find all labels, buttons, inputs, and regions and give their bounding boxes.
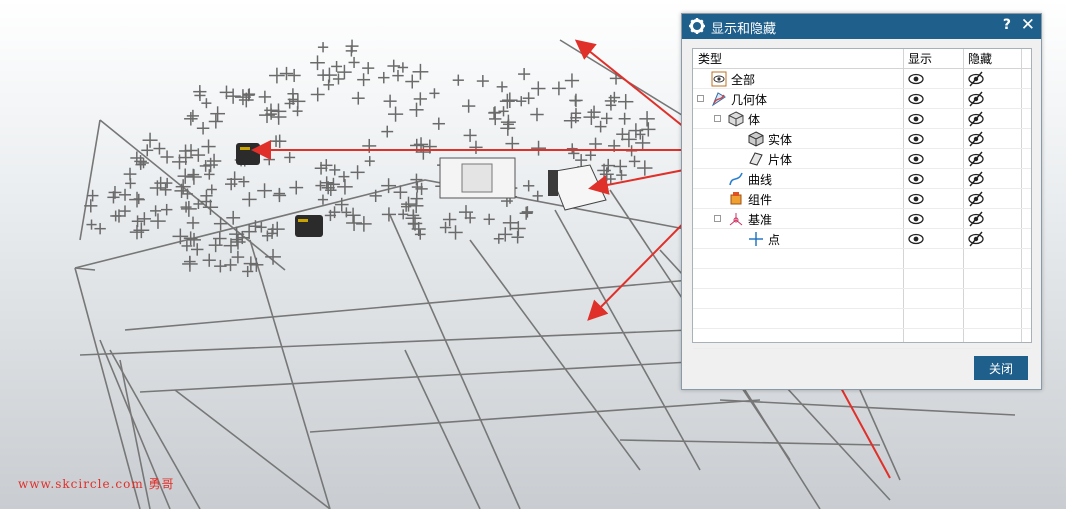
geometry-icon <box>711 91 727 107</box>
point-icon <box>748 231 764 247</box>
show-eye-icon[interactable] <box>908 92 924 106</box>
solid-body-icon <box>748 131 764 147</box>
tree-row[interactable]: 全部 <box>693 69 1031 89</box>
hide-eye-icon[interactable] <box>968 131 984 147</box>
tree-row-label: 基准 <box>748 213 773 227</box>
collapse-toggle[interactable] <box>697 95 704 102</box>
gear-icon <box>689 18 705 34</box>
tree-row[interactable]: 几何体 <box>693 89 1031 109</box>
tree-row[interactable]: 曲线 <box>693 169 1031 189</box>
tree-row[interactable]: 点 <box>693 229 1031 249</box>
tree-row-label: 全部 <box>731 73 756 87</box>
tree-row-label: 曲线 <box>748 173 773 187</box>
collapse-toggle[interactable] <box>714 115 721 122</box>
tree-row-label: 片体 <box>768 153 793 167</box>
hide-eye-icon[interactable] <box>968 111 984 127</box>
tree-row[interactable]: 实体 <box>693 129 1031 149</box>
solid-part-2 <box>295 215 323 237</box>
component-icon <box>728 191 744 207</box>
show-eye-icon[interactable] <box>908 232 924 246</box>
empty-row <box>693 269 1031 289</box>
empty-row <box>693 249 1031 269</box>
hide-eye-icon[interactable] <box>968 211 984 227</box>
show-eye-icon[interactable] <box>908 172 924 186</box>
tree-row-label: 体 <box>748 113 761 127</box>
empty-row <box>693 329 1031 349</box>
show-eye-icon[interactable] <box>908 72 924 86</box>
tree-row[interactable]: 组件 <box>693 189 1031 209</box>
tree-row-label: 几何体 <box>731 93 768 107</box>
help-button[interactable]: ? <box>1003 17 1011 33</box>
dialog-title: 显示和隐藏 <box>711 22 777 37</box>
tree-row-label: 点 <box>768 233 781 247</box>
all-icon <box>711 71 727 87</box>
curve-icon <box>728 171 744 187</box>
hide-eye-icon[interactable] <box>968 191 984 207</box>
body-icon <box>728 111 744 127</box>
dialog-titlebar[interactable]: 显示和隐藏 ? ✕ <box>682 14 1041 39</box>
hide-eye-icon[interactable] <box>968 231 984 247</box>
empty-row <box>693 309 1031 329</box>
tree-row-label: 组件 <box>748 193 773 207</box>
hide-eye-icon[interactable] <box>968 151 984 167</box>
datum-icon <box>728 211 744 227</box>
watermark-text: www.skcircle.com 勇哥 <box>18 477 175 491</box>
collapse-toggle[interactable] <box>714 215 721 222</box>
show-eye-icon[interactable] <box>908 152 924 166</box>
type-tree-table: 类型 显示 隐藏 全部 几何体体实体 片体 曲线 组件 基准点 <box>692 48 1032 349</box>
tree-row-label: 实体 <box>768 133 793 147</box>
column-header-type[interactable]: 类型 <box>693 49 903 69</box>
hide-eye-icon[interactable] <box>968 71 984 87</box>
tree-row[interactable]: 基准 <box>693 209 1031 229</box>
sheet-part-1 <box>439 157 516 199</box>
close-button[interactable]: 关闭 <box>974 356 1028 380</box>
column-header-show[interactable]: 显示 <box>903 49 963 69</box>
point-cloud <box>84 39 656 278</box>
empty-row <box>693 289 1031 309</box>
tree-row[interactable]: 片体 <box>693 149 1031 169</box>
show-eye-icon[interactable] <box>908 212 924 226</box>
hide-eye-icon[interactable] <box>968 91 984 107</box>
hide-eye-icon[interactable] <box>968 171 984 187</box>
show-eye-icon[interactable] <box>908 132 924 146</box>
show-eye-icon[interactable] <box>908 112 924 126</box>
close-icon[interactable]: ✕ <box>1021 15 1035 35</box>
show-hide-dialog: 显示和隐藏 ? ✕ 类型 显示 隐藏 全部 几何体体实体 片体 曲线 组件 基准点 关闭 <box>681 13 1042 390</box>
show-eye-icon[interactable] <box>908 192 924 206</box>
sheet-body-icon <box>748 151 764 167</box>
tree-row[interactable]: 体 <box>693 109 1031 129</box>
solid-part-1 <box>236 143 260 165</box>
